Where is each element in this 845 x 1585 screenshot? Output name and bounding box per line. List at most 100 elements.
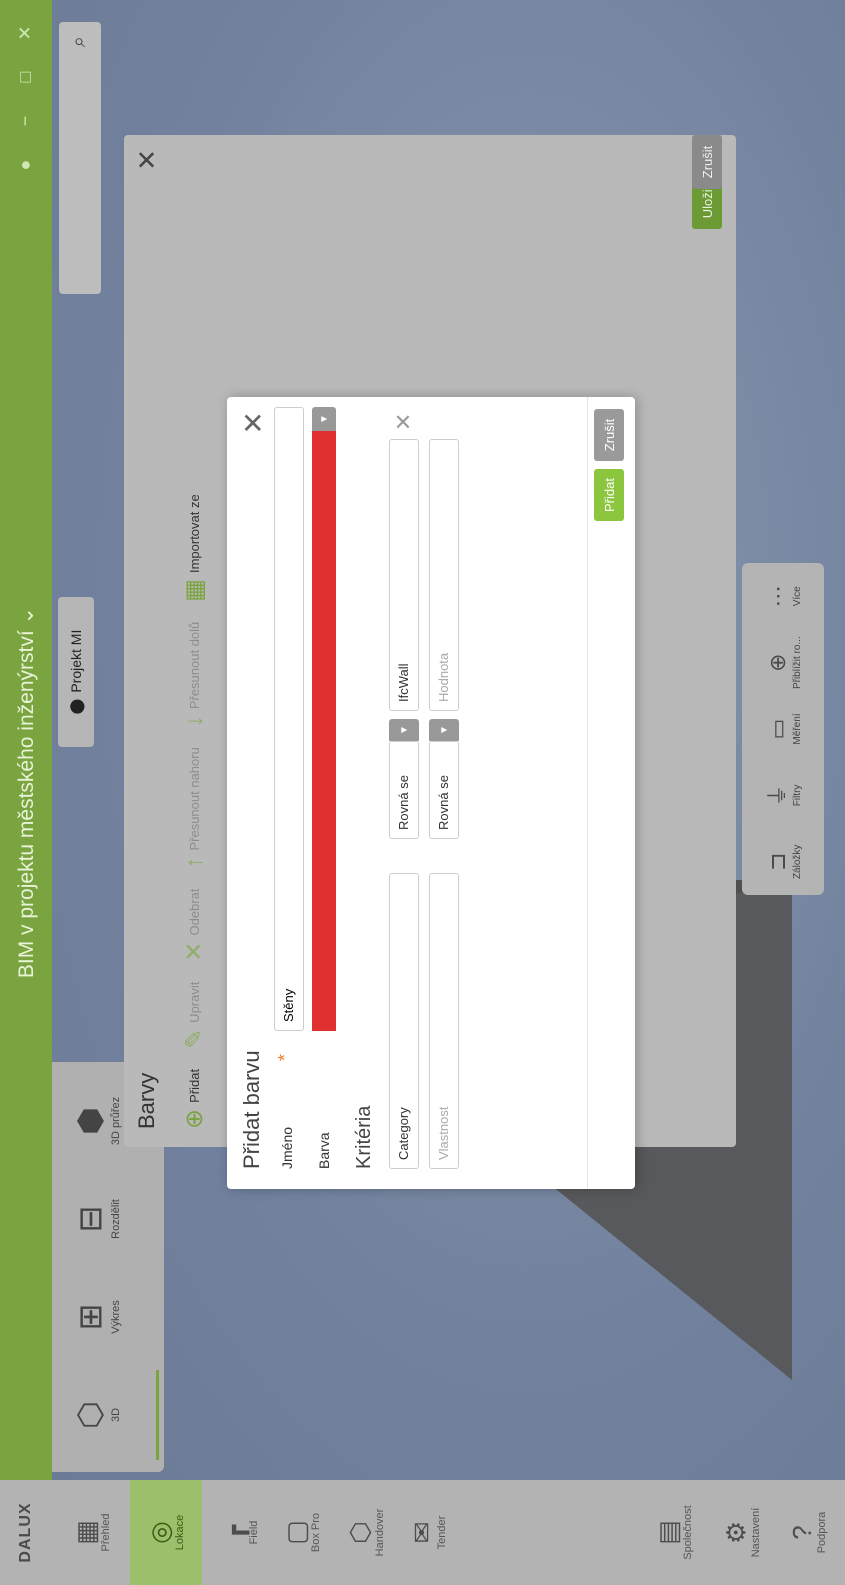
tab-vykres[interactable]: ⊞ Výkres — [70, 1272, 156, 1362]
add-button[interactable]: ⊕ Přidat — [180, 1069, 209, 1129]
sidebar-item-box-pro[interactable]: ▢ Box Pro — [266, 1480, 338, 1585]
zoom-button[interactable]: ⊕ Přiblížit ro... — [764, 633, 803, 693]
close-icon[interactable]: ✕ — [237, 411, 270, 434]
sidebar-item-label: Přehled — [100, 1513, 112, 1552]
add-button[interactable]: Přidat — [594, 469, 624, 521]
toolbar-label: Přiblížit ro... — [791, 636, 803, 690]
section-cube-icon: ⬢ — [72, 1107, 108, 1135]
toolbar-label: Záložky — [791, 844, 803, 880]
plus-circle-icon: ⊕ — [181, 1108, 208, 1129]
gear-icon: ⚙ — [721, 1520, 751, 1545]
remove-label: Odebrat — [187, 888, 202, 936]
project-label: Projekt MI — [68, 629, 84, 693]
color-label: Barva — [316, 1132, 332, 1169]
import-button[interactable]: ▦ Importovat ze — [180, 494, 209, 601]
remove-criterion-icon[interactable]: ✕ — [391, 413, 417, 431]
sidebar-item-label: Tender — [436, 1515, 448, 1550]
search-input[interactable]: ⌕ — [59, 22, 101, 294]
sidebar-item-lokace[interactable]: ◎ Lokace — [130, 1480, 202, 1585]
minimize-icon[interactable]: − — [14, 110, 36, 132]
name-field[interactable]: Stěny — [274, 407, 304, 1031]
toolbar-label: Filtry — [791, 784, 803, 807]
panel-toolbar: ⊕ Přidat ✎ Upravit ✕ Odebrat ↑ Přesunout nah… — [180, 494, 209, 1129]
cancel-button[interactable]: Zrušit — [692, 135, 722, 189]
drawing-icon: ⊞ — [72, 1303, 108, 1331]
move-down-button[interactable]: ↓ Přesunout dolů — [181, 622, 209, 727]
edit-label: Upravit — [187, 981, 202, 1023]
criteria-title: Kritéria — [353, 1105, 375, 1169]
bookmark-icon: ⊐ — [764, 852, 790, 872]
crane-icon: ┏ — [219, 1524, 249, 1541]
sidebar-item-podpora[interactable]: ? Podpora — [772, 1480, 844, 1585]
box-icon: ▢ — [281, 1520, 311, 1545]
bookmarks-button[interactable]: ⊐ Záložky — [764, 832, 803, 892]
toolbar-label: Více — [791, 586, 803, 607]
measure-button[interactable]: ▭ Měření — [764, 699, 803, 759]
close-icon[interactable]: ✕ — [14, 22, 36, 44]
sidebar-item-nastaveni[interactable]: ⚙ Nastavení — [706, 1480, 778, 1585]
filter-icon: ⏚ — [764, 784, 790, 807]
name-label: Jméno — [279, 1126, 295, 1169]
value-field[interactable]: Hodnota — [429, 439, 459, 711]
add-label: Přidat — [187, 1068, 202, 1103]
cancel-button[interactable]: Zrušit — [594, 409, 624, 461]
grid-icon: ▦ — [71, 1520, 101, 1545]
operator-select[interactable]: Rovná se — [389, 741, 419, 839]
chevron-down-icon[interactable]: ▼ — [429, 719, 459, 741]
sidebar: DALUX ▦ Přehled ◎ Lokace ┏ Field ▢ Box Pro ⬡… — [0, 1480, 845, 1585]
tab-label: Výkres — [110, 1300, 122, 1334]
more-button[interactable]: ⋯ Více — [764, 566, 803, 626]
sidebar-item-label: Lokace — [174, 1514, 186, 1551]
move-up-button[interactable]: ↑ Přesunout nahoru — [181, 747, 209, 868]
filters-button[interactable]: ⏚ Filtry — [764, 765, 803, 825]
operator-select[interactable]: Rovná se — [429, 741, 459, 839]
building-icon: ▤ — [653, 1520, 683, 1545]
tab-3d[interactable]: ⬡ 3D — [70, 1370, 159, 1460]
sidebar-item-label: Handover — [374, 1508, 386, 1557]
arrow-up-icon: ↑ — [180, 856, 208, 869]
split-icon: ⊟ — [72, 1205, 108, 1233]
tab-label: Rozdělit — [110, 1199, 122, 1239]
property-select[interactable]: Category — [389, 873, 419, 1169]
tab-rozdelit[interactable]: ⊟ Rozdělit — [70, 1174, 156, 1264]
move-up-label: Přesunout nahoru — [187, 747, 202, 851]
sidebar-item-label: Field — [248, 1520, 260, 1545]
divider — [587, 397, 588, 1189]
tab-label: 3D — [110, 1407, 122, 1423]
chevron-down-icon[interactable]: ▼ — [312, 407, 336, 431]
ruler-icon: ▭ — [764, 718, 790, 740]
sidebar-item-tender[interactable]: ✉ Tender — [392, 1480, 464, 1585]
value-field[interactable]: IfcWall — [389, 439, 419, 711]
tab-label: 3D průřez — [110, 1096, 122, 1146]
remove-button[interactable]: ✕ Odebrat — [180, 889, 209, 962]
cube-icon: ⬡ — [72, 1401, 108, 1429]
user-icon[interactable]: ● — [14, 154, 36, 176]
pin-icon: ⬤ — [67, 698, 84, 715]
arrow-down-icon: ↓ — [180, 715, 208, 728]
panel-title: Barvy — [134, 1072, 159, 1129]
sidebar-item-label: Nastavení — [750, 1507, 762, 1558]
spreadsheet-icon: ▦ — [181, 579, 208, 602]
toolbar-label: Měření — [791, 713, 803, 745]
sidebar-item-spolecnost[interactable]: ▤ Společnost — [638, 1480, 710, 1585]
project-title-dropdown[interactable]: BIM v projektu městského inženýrství ⌄ — [14, 0, 39, 1585]
top-bar: BIM v projektu městského inženýrství ⌄ ●… — [0, 0, 52, 1585]
project-pill[interactable]: ⬤ Projekt MI — [58, 597, 94, 747]
close-icon[interactable]: ✕ — [132, 149, 163, 171]
move-down-label: Přesunout dolů — [187, 621, 202, 710]
search-icon: ⌕ — [68, 36, 90, 48]
sidebar-item-label: Společnost — [682, 1505, 694, 1560]
dalux-logo: DALUX — [0, 1480, 52, 1585]
chevron-down-icon[interactable]: ▼ — [389, 719, 419, 741]
sidebar-item-prehled[interactable]: ▦ Přehled — [56, 1480, 128, 1585]
edit-button[interactable]: ✎ Upravit — [180, 982, 209, 1049]
handover-icon: ⬡ — [345, 1521, 375, 1544]
help-icon: ? — [787, 1525, 817, 1540]
property-field[interactable]: Vlastnost — [429, 873, 459, 1169]
import-label: Importovat ze — [187, 494, 202, 574]
required-icon: * — [275, 1053, 295, 1061]
x-icon: ✕ — [181, 941, 208, 962]
sidebar-item-label: Box Pro — [310, 1512, 322, 1553]
color-picker[interactable] — [312, 431, 336, 1031]
maximize-icon[interactable]: □ — [14, 66, 36, 88]
